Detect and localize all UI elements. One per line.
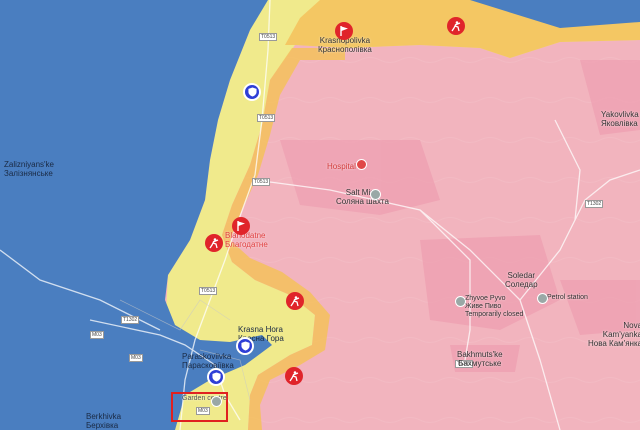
shield-icon: [211, 372, 221, 382]
shop-icon[interactable]: [211, 396, 222, 407]
place-label-blahodatne: Blahodatne Благодатне: [225, 231, 268, 249]
place-label-paraskoviivka: Paraskoviivka Парасковіївка: [182, 352, 234, 370]
shield-icon: [240, 341, 250, 351]
road-label-t0513: T0513: [252, 178, 271, 186]
shield-marker[interactable]: [207, 368, 225, 386]
road-label-t0513: T0513: [199, 287, 218, 295]
road-label-t0513: T0513: [259, 33, 278, 41]
assault-icon: [289, 371, 299, 382]
shield-icon: [247, 87, 257, 97]
place-label-zaliznyanske: Zalizniyans'ke Залізнянське: [4, 160, 54, 178]
road-label-t1302: T1302: [585, 200, 604, 208]
road-label-m03: M03: [196, 407, 210, 415]
assault-icon: [290, 296, 300, 307]
assault-marker[interactable]: [286, 292, 304, 310]
road-label-t1302: T1302: [121, 316, 140, 324]
map-canvas[interactable]: T0513 T0513 T0513 T0513 T1302 T1302 T130…: [0, 0, 640, 430]
assault-marker[interactable]: [447, 17, 465, 35]
assault-icon: [209, 238, 219, 249]
place-label-yakovlivka: Yakovlivka Яковлівка: [601, 110, 639, 128]
assault-marker[interactable]: [285, 367, 303, 385]
poi-label-hospital: Hospital: [327, 162, 356, 171]
place-label-nova-kamianka: Nova Kam'yanka Нова Кам'янка: [588, 321, 640, 348]
landmark-icon[interactable]: [370, 189, 381, 200]
hospital-icon[interactable]: [356, 159, 367, 170]
road-label-m03: M03: [129, 354, 143, 362]
place-label-berkhivka: Berkhivka Берхівка: [86, 412, 122, 430]
flag-icon: [237, 221, 245, 231]
flag-marker[interactable]: [232, 217, 250, 235]
territory-map: [0, 0, 640, 430]
shield-marker[interactable]: [236, 337, 254, 355]
shield-marker[interactable]: [243, 83, 261, 101]
flag-icon: [340, 26, 348, 36]
fuel-icon[interactable]: [537, 293, 548, 304]
poi-label-zhyvoe-pyvo: Zhyvoe Pyvo Живе Пиво Temporarily closed: [465, 295, 524, 318]
flag-marker[interactable]: [335, 22, 353, 40]
place-label-bakhmutske: Bakhmuts'ke Бахмутське: [457, 350, 503, 368]
assault-icon: [451, 21, 461, 32]
road-label-t0513: T0513: [257, 114, 276, 122]
place-label-salt-mine: Salt Mine Соляна шахта: [336, 188, 389, 206]
place-label-soledar: Soledar Соледар: [505, 271, 538, 289]
poi-label-petrol-station: Petrol station: [547, 294, 588, 301]
road-label-m03: M03: [90, 331, 104, 339]
assault-marker[interactable]: [205, 234, 223, 252]
food-icon[interactable]: [455, 296, 466, 307]
